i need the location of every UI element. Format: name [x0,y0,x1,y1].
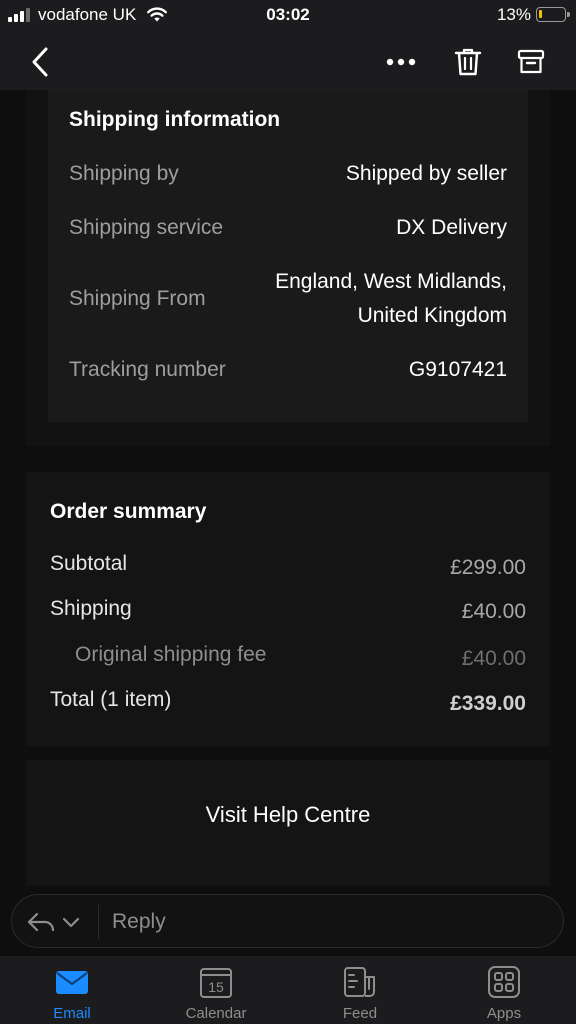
tracking-number-label: Tracking number [69,358,226,381]
archive-button[interactable] [509,40,553,84]
subtotal-label: Subtotal [50,552,128,575]
tab-bar: Email 15 Calendar Feed Apps [0,956,576,1024]
email-icon [56,971,88,994]
shipping-information-title: Shipping information [69,108,281,131]
shipping-from-value-line2: United Kingdom [357,304,507,327]
reply-divider [98,905,99,939]
shipping-service-value: DX Delivery [396,216,507,239]
reply-bar: Reply [0,886,576,956]
calendar-day: 15 [208,979,224,995]
shipping-value: £40.00 [461,600,526,623]
tab-email[interactable]: Email [0,956,144,1024]
tab-feed-label: Feed [342,1005,378,1022]
tab-calendar-label: Calendar [185,1005,247,1022]
apps-icon [488,966,520,998]
subtotal-value: £299.00 [450,556,526,579]
battery-level [539,10,542,18]
email-body[interactable]: Shipping information Shipping by Shipped… [0,90,576,886]
tab-feed[interactable]: Feed [288,956,432,1024]
order-summary-title: Order summary [50,500,207,523]
total-label: Total (1 item) [50,688,172,711]
tab-apps[interactable]: Apps [432,956,576,1024]
feed-icon [344,967,375,997]
trash-icon [454,48,482,76]
original-shipping-fee-value: £40.00 [461,647,526,670]
reply-input[interactable]: Reply [112,910,166,934]
tab-calendar[interactable]: 15 Calendar [144,956,288,1024]
clock: 03:02 [266,5,310,24]
tab-email-label: Email [53,1005,91,1022]
more-button[interactable] [379,40,423,84]
archive-icon [517,49,545,74]
shipping-service-label: Shipping service [69,216,224,239]
reply-field[interactable]: Reply [11,894,564,948]
shipping-by-value: Shipped by seller [345,162,507,185]
delete-button[interactable] [446,40,490,84]
shipping-label: Shipping [50,597,132,620]
chevron-down-icon[interactable] [62,917,80,929]
more-horizontal-icon [386,58,416,66]
back-button[interactable] [18,40,62,84]
status-bar: vodafone UK 03:02 13% [0,0,576,32]
calendar-icon: 15 [200,968,232,998]
original-shipping-fee-label: Original shipping fee [75,643,267,666]
tab-apps-label: Apps [486,1005,522,1022]
shipping-by-label: Shipping by [69,162,179,185]
chevron-left-icon [32,47,48,77]
shipping-from-value-line1: England, West Midlands, [275,270,507,293]
total-value: £339.00 [450,692,526,715]
shipping-from-label: Shipping From [69,287,206,310]
visit-help-centre-link[interactable]: Visit Help Centre [0,802,576,828]
reply-icon[interactable] [26,910,56,934]
battery-icon [536,7,570,22]
tracking-number-value[interactable]: G9107421 [409,358,507,382]
battery-percent: 13% [496,5,531,24]
toolbar [0,32,576,90]
